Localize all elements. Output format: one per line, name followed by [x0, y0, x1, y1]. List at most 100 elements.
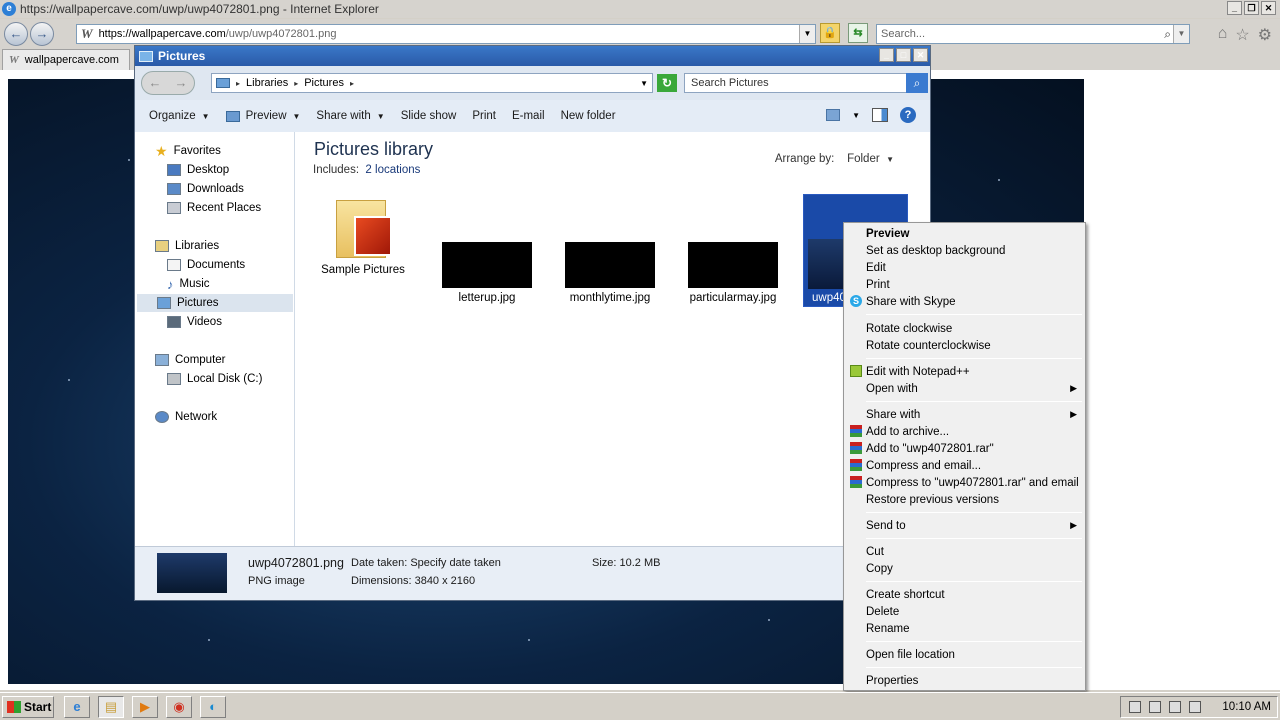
- view-dropdown-icon[interactable]: ▼: [852, 111, 860, 120]
- sidebar-item-desktop[interactable]: Desktop: [167, 161, 229, 179]
- menu-item-send-to[interactable]: Send to ▶: [846, 517, 1083, 534]
- context-menu: Preview Set as desktop background Edit P…: [843, 222, 1086, 691]
- winrar-icon: [850, 425, 862, 437]
- file-item[interactable]: Sample Pictures: [318, 192, 408, 276]
- start-button[interactable]: Start: [2, 696, 54, 718]
- sidebar-item-favorites[interactable]: ★ Favorites: [155, 142, 221, 160]
- menu-item-rename[interactable]: Rename: [846, 620, 1083, 637]
- lock-icon[interactable]: 🔒: [820, 23, 840, 43]
- details-size: Size: 10.2 MB: [592, 557, 661, 569]
- explorer-forward-icon[interactable]: →: [168, 72, 194, 94]
- back-button[interactable]: ←: [4, 22, 28, 46]
- explorer-maximize-button[interactable]: □: [896, 48, 911, 62]
- menu-item-create-shortcut[interactable]: Create shortcut: [846, 586, 1083, 603]
- preview-button[interactable]: Preview ▼: [225, 110, 300, 122]
- menu-item-open-with[interactable]: Open with ▶: [846, 380, 1083, 397]
- forward-button[interactable]: →: [30, 22, 54, 46]
- share-with-button[interactable]: Share with ▼: [316, 110, 384, 122]
- menu-item-edit-notepadpp[interactable]: Edit with Notepad++: [846, 363, 1083, 380]
- locations-link[interactable]: 2 locations: [365, 164, 420, 176]
- sidebar-item-downloads[interactable]: Downloads: [167, 180, 244, 198]
- sidebar-item-recent-places[interactable]: Recent Places: [167, 199, 261, 217]
- file-item[interactable]: letterup.jpg: [440, 242, 534, 304]
- network-tray-icon[interactable]: [1149, 701, 1161, 713]
- menu-item-add-to-archive[interactable]: Add to archive...: [846, 423, 1083, 440]
- winrar-icon: [850, 476, 862, 488]
- menu-item-add-to-rar[interactable]: Add to "uwp4072801.rar": [846, 440, 1083, 457]
- address-dropdown-icon[interactable]: ▼: [799, 25, 815, 43]
- home-icon[interactable]: ⌂: [1218, 25, 1228, 45]
- search-dropdown-icon[interactable]: ▼: [1173, 25, 1189, 43]
- sidebar-item-videos[interactable]: Videos: [167, 313, 222, 331]
- taskbar-edge-button[interactable]: ◐: [200, 696, 226, 718]
- sidebar-item-local-disk[interactable]: Local Disk (C:): [167, 370, 262, 388]
- sidebar-item-network[interactable]: Network: [155, 408, 217, 426]
- skype-icon: S: [850, 295, 862, 307]
- file-item[interactable]: monthlytime.jpg: [563, 242, 657, 304]
- display-icon[interactable]: [1169, 701, 1181, 713]
- breadcrumb[interactable]: ▸ Libraries ▸ Pictures ▸ ▼: [211, 73, 653, 93]
- explorer-back-icon[interactable]: ←: [142, 72, 168, 94]
- menu-item-preview[interactable]: Preview: [846, 225, 1083, 242]
- breadcrumb-dropdown-icon[interactable]: ▼: [640, 79, 648, 88]
- menu-item-open-file-location[interactable]: Open file location: [846, 646, 1083, 663]
- action-center-flag-icon[interactable]: [1189, 701, 1201, 713]
- explorer-close-button[interactable]: ✕: [913, 48, 928, 62]
- gear-icon[interactable]: ⚙: [1258, 25, 1272, 45]
- menu-item-set-desktop-background[interactable]: Set as desktop background: [846, 242, 1083, 259]
- sidebar-item-pictures[interactable]: Pictures: [137, 294, 293, 312]
- tab-favicon-icon: W: [9, 54, 19, 66]
- sidebar-item-computer[interactable]: Computer: [155, 351, 226, 369]
- favorites-star-icon[interactable]: ☆: [1235, 25, 1249, 45]
- speaker-icon[interactable]: [1129, 701, 1141, 713]
- breadcrumb-libraries[interactable]: Libraries: [246, 77, 288, 89]
- arrange-by-dropdown[interactable]: Folder: [847, 153, 880, 165]
- explorer-minimize-button[interactable]: _: [879, 48, 894, 62]
- slide-show-button[interactable]: Slide show: [401, 110, 457, 122]
- sidebar-item-libraries[interactable]: Libraries: [155, 237, 219, 255]
- close-button[interactable]: ✕: [1261, 1, 1276, 15]
- search-icon[interactable]: ⌕: [1164, 25, 1171, 43]
- explorer-search-icon[interactable]: ⌕: [906, 73, 928, 93]
- taskbar-chrome-button[interactable]: ◉: [166, 696, 192, 718]
- menu-item-restore-previous-versions[interactable]: Restore previous versions: [846, 491, 1083, 508]
- email-button[interactable]: E-mail: [512, 110, 545, 122]
- change-view-icon[interactable]: [826, 109, 841, 121]
- organize-button[interactable]: Organize ▼: [149, 110, 210, 122]
- menu-item-rotate-clockwise[interactable]: Rotate clockwise: [846, 320, 1083, 337]
- details-date-taken[interactable]: Date taken: Specify date taken: [351, 557, 501, 569]
- address-bar[interactable]: W https://wallpapercave.com/uwp/uwp40728…: [76, 24, 816, 44]
- menu-item-delete[interactable]: Delete: [846, 603, 1083, 620]
- explorer-search-input[interactable]: Search Pictures ⌕: [684, 73, 928, 93]
- help-icon[interactable]: ?: [900, 107, 916, 123]
- sidebar-item-documents[interactable]: Documents: [167, 256, 245, 274]
- menu-item-share-with-skype[interactable]: S Share with Skype: [846, 293, 1083, 310]
- taskbar-explorer-button[interactable]: ▤: [98, 696, 124, 718]
- tab-wallpapercave[interactable]: W wallpapercave.com: [2, 49, 130, 70]
- explorer-address-bar: ← → ▸ Libraries ▸ Pictures ▸ ▼ ↻ Search …: [135, 66, 930, 100]
- clock[interactable]: 10:10 AM: [1222, 701, 1271, 713]
- taskbar-ie-button[interactable]: e: [64, 696, 90, 718]
- restore-button[interactable]: ❐: [1244, 1, 1259, 15]
- new-folder-button[interactable]: New folder: [561, 110, 616, 122]
- menu-item-compress-and-email[interactable]: Compress and email...: [846, 457, 1083, 474]
- menu-item-print[interactable]: Print: [846, 276, 1083, 293]
- menu-item-properties[interactable]: Properties: [846, 672, 1083, 689]
- computer-icon: [155, 354, 169, 366]
- breadcrumb-pictures[interactable]: Pictures: [304, 77, 344, 89]
- refresh-button[interactable]: ⇆: [848, 23, 868, 43]
- menu-item-cut[interactable]: Cut: [846, 543, 1083, 560]
- print-button[interactable]: Print: [472, 110, 496, 122]
- explorer-refresh-button[interactable]: ↻: [657, 74, 677, 92]
- preview-pane-icon[interactable]: [872, 108, 888, 122]
- sidebar-item-music[interactable]: ♪ Music: [167, 275, 210, 293]
- menu-item-share-with[interactable]: Share with ▶: [846, 406, 1083, 423]
- minimize-button[interactable]: _: [1227, 1, 1242, 15]
- taskbar-media-player-button[interactable]: ▶: [132, 696, 158, 718]
- ie-search-input[interactable]: Search... ⌕ ▼: [876, 24, 1190, 44]
- menu-item-edit[interactable]: Edit: [846, 259, 1083, 276]
- menu-item-rotate-counterclockwise[interactable]: Rotate counterclockwise: [846, 337, 1083, 354]
- menu-item-copy[interactable]: Copy: [846, 560, 1083, 577]
- menu-item-compress-rar-email[interactable]: Compress to "uwp4072801.rar" and email: [846, 474, 1083, 491]
- file-item[interactable]: particularmay.jpg: [686, 242, 780, 304]
